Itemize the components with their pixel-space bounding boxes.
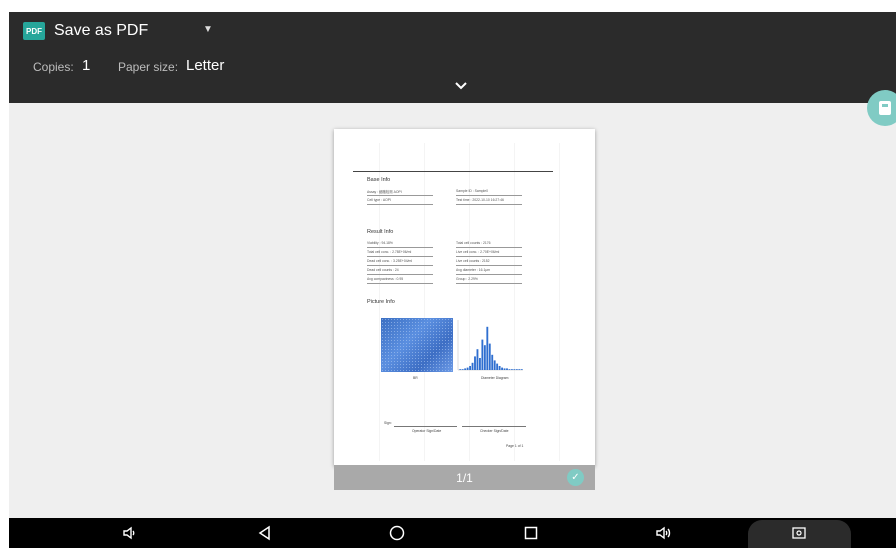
header-rule [353, 171, 553, 172]
histogram-bar [501, 367, 504, 370]
histogram-bar [469, 366, 472, 370]
histogram-bar [518, 369, 521, 370]
field-test-time: Test time : 2022-10-10 16:27:46 [456, 198, 522, 205]
print-options-bar: PDF Save as PDF ▼ Copies: 1 Paper size: … [9, 12, 896, 103]
field-avg-diameter: Avg diameter : 16.1μm [456, 268, 522, 275]
volume-down-icon[interactable] [110, 518, 150, 548]
field-dead-conc: Dead cell conc. : 3.25E+04/ml [367, 259, 433, 266]
copies-value[interactable]: 1 [82, 57, 90, 74]
histogram-bar [466, 367, 469, 370]
dropdown-caret-icon[interactable]: ▼ [203, 24, 213, 35]
field-avg-compactness: Avg compactness : 0.95 [367, 277, 433, 284]
diameter-histogram [457, 320, 523, 371]
histogram-bar [503, 368, 506, 370]
cell-image-thumbnail [381, 318, 453, 372]
pdf-icon: PDF [23, 22, 45, 40]
field-live-conc: Live cell conc. : 2.70E+06/ml [456, 250, 522, 257]
field-sample-id: Sample ID : Sample0 [456, 189, 522, 196]
histogram-bar [515, 369, 518, 370]
paper-size-value[interactable]: Letter [186, 57, 224, 74]
histogram-bar [513, 369, 516, 370]
field-live-counts: Live cell counts : 2152 [456, 259, 522, 266]
page-footer: Page 1 of 1 [506, 444, 524, 448]
histogram-bar [506, 368, 508, 370]
back-icon[interactable] [245, 518, 285, 548]
checker-sign-line [462, 426, 526, 427]
paper-size-label: Paper size: [118, 60, 179, 74]
histogram-bar [496, 363, 499, 370]
page-indicator: 1/1 [456, 471, 473, 485]
histogram-bar [483, 345, 486, 370]
field-dead-counts: Dead cell counts : 24 [367, 268, 433, 275]
histogram-bar [491, 354, 494, 370]
histogram-bar [471, 362, 474, 370]
section-base-info: Base Info [367, 177, 391, 183]
field-viability: Viability : 94.18% [367, 241, 433, 248]
page-selected-check-icon[interactable]: ✓ [567, 469, 584, 486]
page-gridline [559, 143, 560, 461]
histogram-bar [459, 369, 462, 370]
field-assay: Assay : 细胞检测 AOPI [367, 189, 433, 196]
histogram-bar [520, 369, 523, 370]
page-indicator-bar: 1/1 ✓ [334, 465, 595, 490]
home-icon[interactable] [377, 518, 417, 548]
histogram-bar [476, 349, 479, 370]
print-dialog: PDF Save as PDF ▼ Copies: 1 Paper size: … [9, 12, 896, 548]
histogram-bar [481, 339, 484, 370]
page-preview[interactable]: Base Info Assay : 细胞检测 AOPI Sample ID : … [334, 129, 595, 490]
field-total-counts: Total cell counts : 2176 [456, 241, 522, 248]
image-caption: BR [413, 376, 418, 380]
operator-sign-line [394, 426, 457, 427]
system-nav-bar [9, 518, 896, 548]
histogram-bar [478, 358, 481, 370]
chart-caption: Diameter Diagram [481, 376, 509, 380]
destination-selector[interactable]: Save as PDF [54, 22, 148, 40]
field-group: Group : 2.29% [456, 277, 522, 284]
recents-icon[interactable] [511, 518, 551, 548]
section-picture-info: Picture Info [367, 299, 395, 305]
histogram-bar [464, 368, 467, 370]
histogram-bar [474, 356, 476, 370]
screenshot-icon[interactable] [779, 518, 819, 548]
histogram-bar [498, 366, 501, 370]
histogram-bar [508, 369, 511, 370]
checker-caption: Checker Sign/Date [480, 429, 509, 433]
expand-chevron-icon[interactable] [454, 80, 468, 92]
volume-up-icon[interactable] [644, 518, 684, 548]
histogram-bar [493, 360, 496, 370]
histogram-bar [488, 343, 491, 370]
copies-label: Copies: [33, 60, 74, 74]
operator-caption: Operator Sign/Date [412, 429, 442, 433]
field-total-conc: Total cell conc. : 2.78E+06/ml [367, 250, 433, 257]
save-pdf-button[interactable] [867, 90, 896, 126]
section-result-info: Result Info [367, 229, 394, 235]
save-pdf-icon [879, 101, 891, 115]
histogram-bar [510, 369, 513, 370]
field-cell-type: Cell type : AOPI [367, 198, 433, 205]
histogram-bar [461, 369, 464, 370]
histogram-bar [486, 326, 489, 370]
sign-label: Sign: [384, 421, 392, 425]
